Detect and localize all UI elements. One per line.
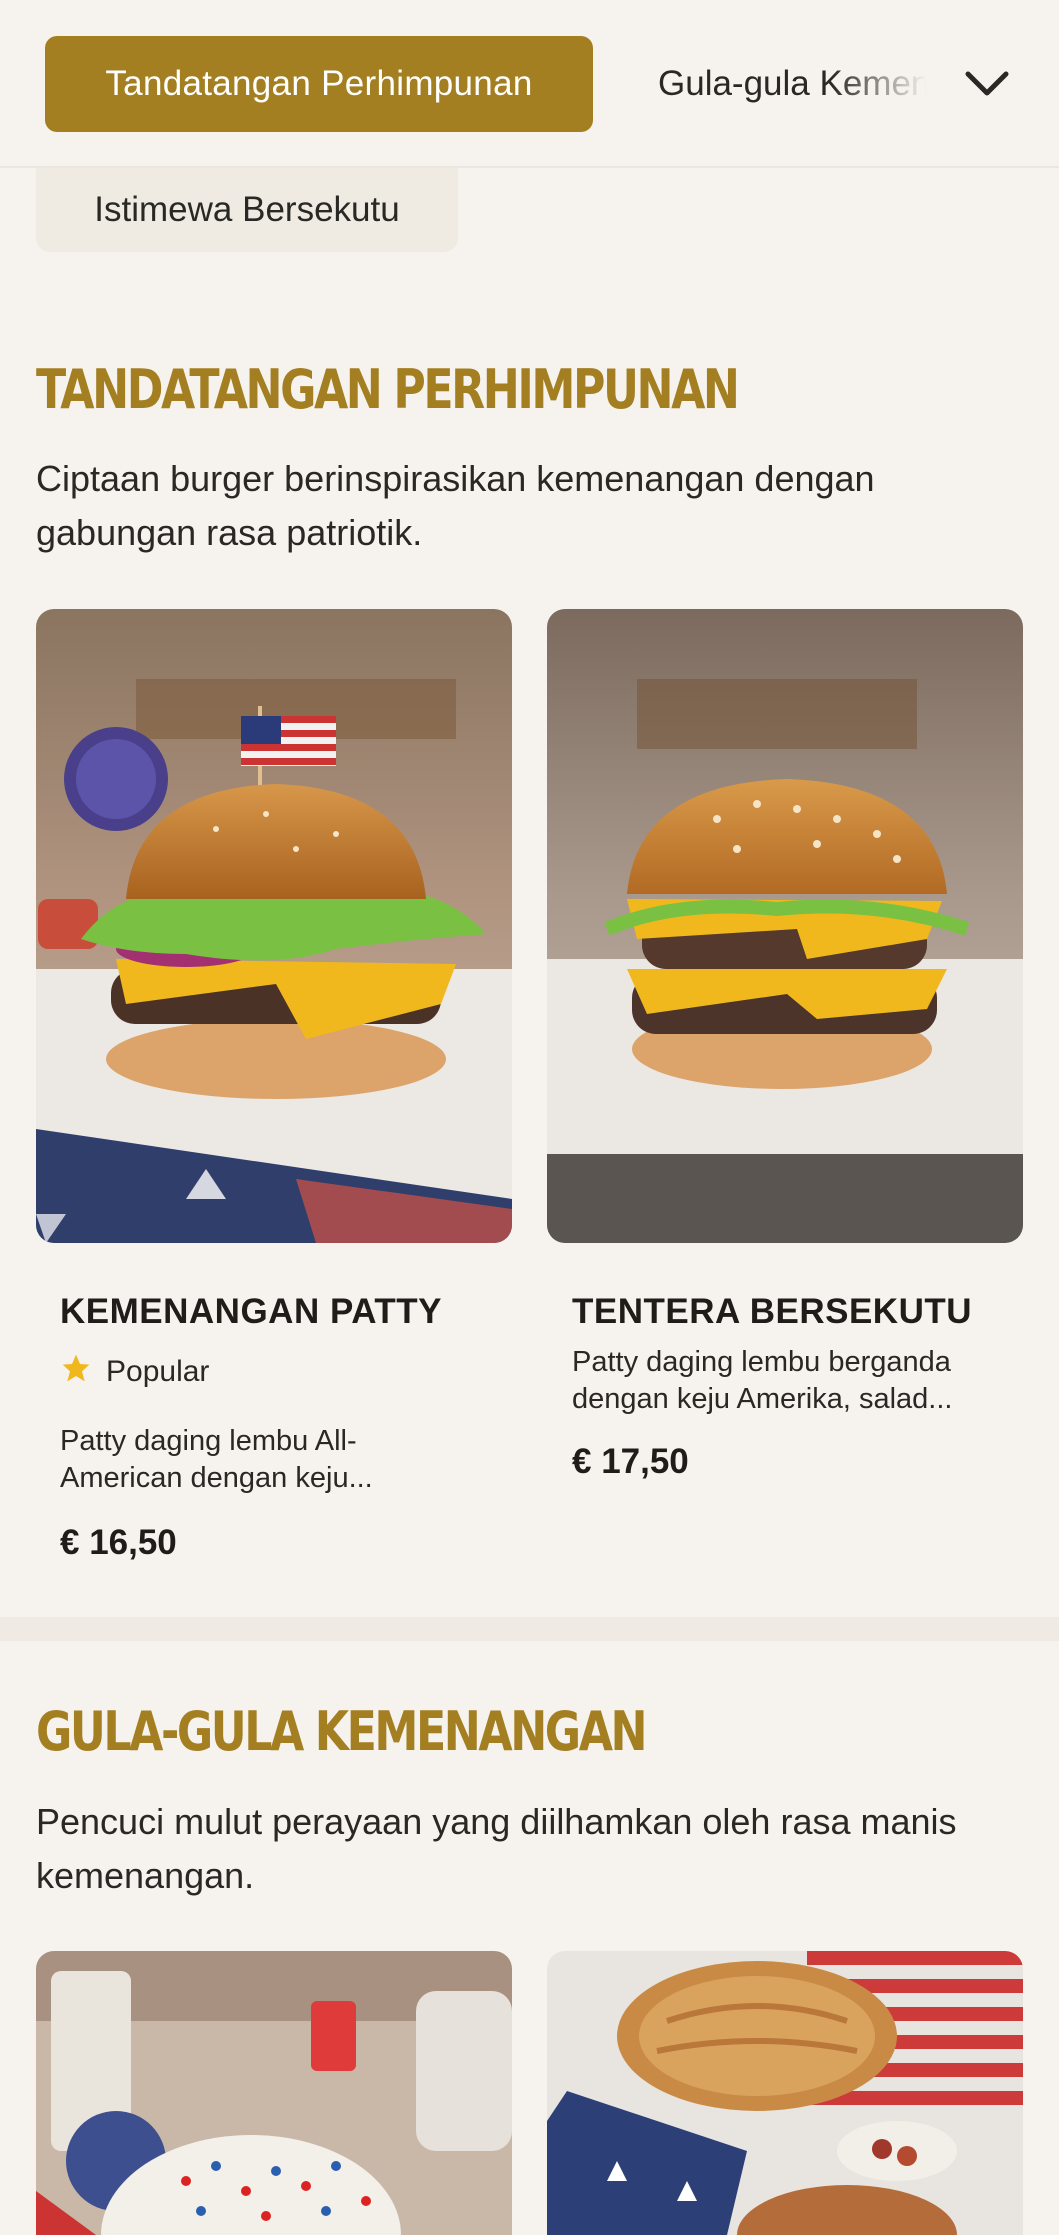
item-description: Patty daging lembu All-American dengan k… [60,1425,373,1494]
category-chip-prev[interactable]: Istimewa Bersekutu [36,168,458,252]
star-icon [60,1352,92,1392]
dessert-image[interactable] [36,1951,512,2235]
item-price: € 17,50 [572,1442,689,1481]
chevron-down-icon[interactable] [955,52,1019,116]
section-divider [0,1617,1059,1641]
section-description: Ciptaan burger berinspirasikan kemenanga… [36,458,875,553]
category-nav: Tandatangan Perhimpunan Gula-gula Kemena… [0,0,1059,168]
category-tab-active[interactable]: Tandatangan Perhimpunan [45,36,593,132]
section-title: Tandatangan Perhimpunan [36,358,740,421]
badge-label: Popular [106,1355,210,1388]
item-description: Patty daging lembu berganda dengan keju … [572,1346,953,1415]
section-title: Gula-gula Kemenangan [36,1700,648,1763]
item-price: € 16,50 [60,1523,177,1562]
category-tab-next[interactable]: Gula-gula Kemenangan [658,54,938,114]
dessert-image[interactable] [547,1951,1023,2235]
burger-image[interactable] [36,609,512,1243]
item-name[interactable]: TENTERA BERSEKUTU [572,1292,972,1332]
popular-badge: Popular [60,1352,209,1392]
section-description: Pencuci mulut perayaan yang diilhamkan o… [36,1801,957,1896]
item-name[interactable]: KEMENANGAN PATTY [60,1292,442,1332]
burger-image[interactable] [547,609,1023,1243]
